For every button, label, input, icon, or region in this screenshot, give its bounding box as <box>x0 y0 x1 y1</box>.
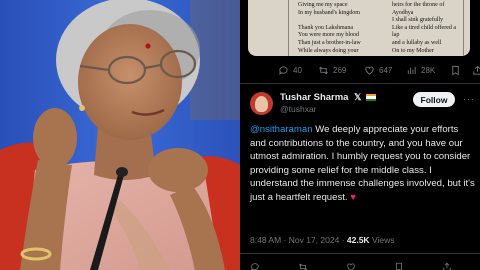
tweet-views-label: Views <box>371 235 395 245</box>
quoted-poem-image[interactable]: Giving me my space In my husband's kingd… <box>248 0 470 56</box>
tweet-date[interactable]: Nov 17, 2024 <box>289 235 340 245</box>
tweet-panel: Giving me my space In my husband's kingd… <box>240 0 480 270</box>
poem-line: In my husband's kingdom <box>298 9 360 16</box>
poem-line: Thank you Lakshmana <box>298 24 353 31</box>
repost-button[interactable]: 269 <box>318 65 346 76</box>
reply-button[interactable]: 40 <box>278 65 302 76</box>
heart-emoji: ♥ <box>350 191 356 203</box>
bookmark-button[interactable] <box>450 65 461 76</box>
repost-icon <box>319 66 328 75</box>
bookmark-icon <box>452 65 459 76</box>
poem-line: While always doing your <box>298 47 359 54</box>
india-flag-icon <box>366 93 377 101</box>
bar-chart-icon <box>407 66 416 75</box>
poem-line: Than just a brother-in-law <box>298 39 361 46</box>
bookmark-icon[interactable] <box>394 262 404 270</box>
poem-right-column: heirs for the throne of Ayodhya I shall … <box>392 2 456 55</box>
like-count: 647 <box>379 66 393 75</box>
poem-line: Giving me my space <box>298 2 348 8</box>
repost-icon[interactable] <box>298 262 308 270</box>
reply-count: 40 <box>293 66 302 75</box>
poem-line: On to my Mother <box>392 47 434 54</box>
repost-count: 269 <box>333 66 347 75</box>
x-badge-icon: 𝕏 <box>354 92 362 102</box>
share-button[interactable] <box>472 65 480 76</box>
poem-left-column: Giving me my space In my husband's kingd… <box>298 2 361 55</box>
avatar[interactable] <box>250 92 273 115</box>
divider <box>240 253 480 254</box>
poem-line: heirs for the throne of <box>392 2 445 8</box>
author-name: Tushar Sharma <box>280 92 349 103</box>
reply-icon[interactable] <box>250 262 260 270</box>
heart-icon[interactable] <box>346 262 356 270</box>
tweet-text: @nsitharaman We deeply appreciate your e… <box>250 123 476 205</box>
tweet-views-count: 42.5K <box>346 235 370 245</box>
author-name-row[interactable]: Tushar Sharma 𝕏 <box>280 92 377 103</box>
reply-icon <box>279 66 288 75</box>
share-icon <box>473 65 480 75</box>
tweet-meta: 8:48 AM · Nov 17, 2024 · 42.5K Views <box>250 235 395 245</box>
heart-icon <box>365 66 374 75</box>
divider <box>240 83 480 84</box>
avatar-face <box>255 96 268 112</box>
poem-line: You were more my blood <box>298 32 360 39</box>
like-button[interactable]: 647 <box>364 65 392 76</box>
tweet-action-bar <box>250 262 476 270</box>
follow-button[interactable]: Follow <box>413 92 455 107</box>
author-handle[interactable]: @tushxar <box>280 104 317 114</box>
tweet-time[interactable]: 8:48 AM <box>250 235 281 245</box>
poem-line <box>298 17 361 25</box>
views-button[interactable]: 28K <box>406 65 435 76</box>
share-icon[interactable] <box>442 262 452 270</box>
poem-line: Like a tired child offered a <box>392 24 457 31</box>
poem-line: lap <box>392 32 400 39</box>
speaker-photo <box>0 0 240 270</box>
views-count: 28K <box>421 66 436 75</box>
mention-link[interactable]: @nsitharaman <box>250 124 313 135</box>
poem-line: I shall sink gratefully <box>392 17 444 24</box>
tweet-body: We deeply appreciate your efforts and co… <box>250 124 475 203</box>
poem-line: and a lullaby as well <box>392 39 442 46</box>
post-action-bar: 40 269 647 28K <box>278 65 480 79</box>
more-options-icon[interactable]: ··· <box>463 94 475 105</box>
